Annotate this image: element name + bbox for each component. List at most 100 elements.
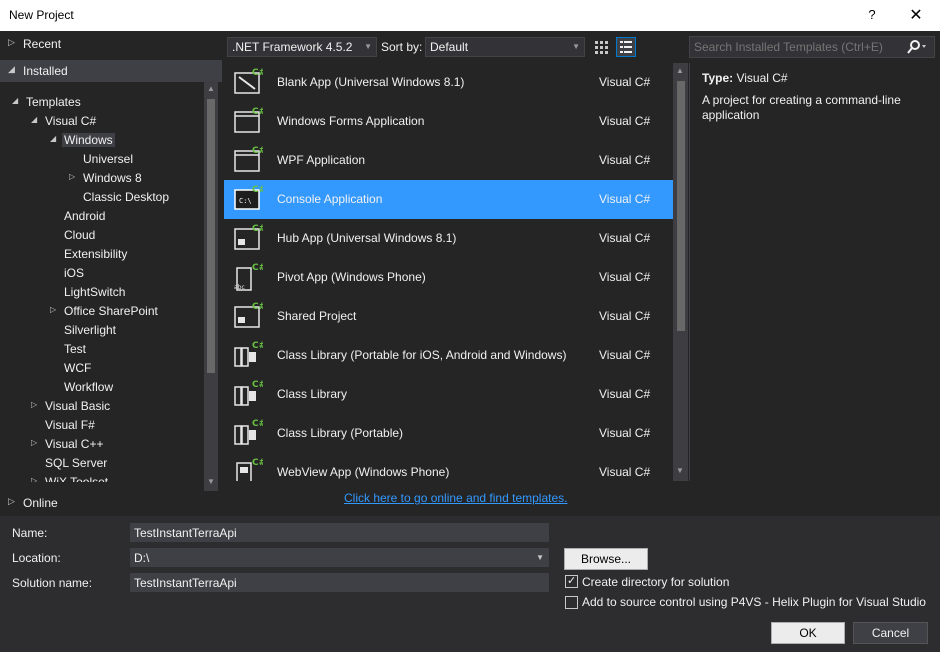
- tree-item[interactable]: ▷ Visual C++: [0, 435, 204, 454]
- online-templates-link[interactable]: Click here to go online and find templat…: [344, 491, 567, 505]
- framework-dropdown[interactable]: .NET Framework 4.5.2 ▼: [227, 37, 377, 57]
- svg-text:C#: C#: [252, 68, 263, 78]
- browse-button[interactable]: Browse...: [564, 548, 648, 570]
- scrollbar-thumb[interactable]: [677, 81, 685, 331]
- tree-item[interactable]: Visual F#: [0, 416, 204, 435]
- svg-text:C#: C#: [252, 224, 263, 234]
- search-icon[interactable]: [906, 39, 928, 58]
- tree-item[interactable]: SQL Server: [0, 454, 204, 473]
- tree-item-label: Silverlight: [64, 323, 117, 337]
- search-box[interactable]: [689, 36, 935, 58]
- template-language: Visual C#: [599, 231, 651, 245]
- small-icons-view-button[interactable]: [591, 37, 611, 57]
- help-button[interactable]: ?: [866, 7, 878, 22]
- installed-section[interactable]: ◢ Installed: [0, 60, 222, 82]
- tree-arrow-icon[interactable]: ▷: [31, 400, 37, 409]
- tree-arrow-icon[interactable]: ▷: [50, 305, 56, 314]
- template-language: Visual C#: [599, 348, 651, 362]
- template-row[interactable]: C# Shared Project Visual C#: [224, 297, 673, 336]
- create-directory-checkbox[interactable]: ✓: [565, 575, 578, 588]
- location-input[interactable]: [131, 549, 548, 566]
- name-field[interactable]: [130, 523, 549, 542]
- scroll-up-icon[interactable]: ▲: [207, 84, 215, 93]
- ok-button[interactable]: OK: [771, 622, 845, 644]
- list-view-icon: [620, 41, 632, 53]
- template-row[interactable]: C# Class Library (Portable) Visual C#: [224, 414, 673, 453]
- search-input[interactable]: [690, 37, 900, 57]
- list-view-button[interactable]: [616, 37, 636, 57]
- framework-value: .NET Framework 4.5.2: [232, 40, 353, 54]
- cancel-button[interactable]: Cancel: [853, 622, 928, 644]
- template-row[interactable]: C# Hub App (Universal Windows 8.1) Visual …: [224, 219, 673, 258]
- template-row[interactable]: C# WPF Application Visual C#: [224, 141, 673, 180]
- tree-item[interactable]: ▷ Visual Basic: [0, 397, 204, 416]
- scroll-up-icon[interactable]: ▲: [676, 66, 684, 75]
- tree-item[interactable]: Android: [0, 207, 204, 226]
- tree-item-label: Cloud: [64, 228, 96, 242]
- tree-item[interactable]: Cloud: [0, 226, 204, 245]
- tree-item[interactable]: Test: [0, 340, 204, 359]
- create-directory-label[interactable]: Create directory for solution: [582, 575, 729, 589]
- source-control-checkbox[interactable]: [565, 596, 578, 609]
- template-row[interactable]: C# Class Library (Portable for iOS, Andro…: [224, 336, 673, 375]
- tree-item[interactable]: ◢ Templates: [0, 93, 204, 112]
- tree-scrollbar[interactable]: ▲ ▼: [204, 81, 218, 491]
- tree-item[interactable]: ▷ WiX Toolset: [0, 473, 204, 482]
- template-row[interactable]: C# Class Library Visual C#: [224, 375, 673, 414]
- tree-arrow-icon[interactable]: ◢: [31, 115, 37, 124]
- tree-item[interactable]: Silverlight: [0, 321, 204, 340]
- scroll-down-icon[interactable]: ▼: [207, 477, 215, 486]
- template-list: C# Blank App (Universal Windows 8.1) Visua…: [224, 63, 673, 481]
- template-row[interactable]: C# WebView App (Windows Phone) Visual C#: [224, 453, 673, 481]
- tree-item-label: WiX Toolset: [45, 475, 109, 482]
- template-language: Visual C#: [599, 270, 651, 284]
- shared-project-icon: C#: [233, 301, 266, 331]
- tree-arrow-icon[interactable]: ▷: [31, 438, 37, 447]
- tree-item-label: Test: [64, 342, 87, 356]
- template-language: Visual C#: [599, 75, 651, 89]
- sort-dropdown[interactable]: Default ▼: [425, 37, 585, 57]
- tree-arrow-icon[interactable]: ▷: [69, 172, 75, 181]
- tree-arrow-icon[interactable]: ▷: [31, 476, 37, 482]
- template-list-scrollbar[interactable]: ▲ ▼: [673, 63, 688, 481]
- svg-text:C#: C#: [252, 302, 263, 312]
- tree-arrow-icon[interactable]: ◢: [50, 134, 56, 143]
- solution-name-input[interactable]: [131, 574, 548, 591]
- tree-item[interactable]: ◢ Windows: [0, 131, 204, 150]
- close-button[interactable]: ✕: [908, 5, 924, 25]
- template-language: Visual C#: [599, 192, 651, 206]
- location-field[interactable]: ▼: [130, 548, 549, 567]
- source-control-label[interactable]: Add to source control using P4VS - Helix…: [582, 595, 926, 609]
- expand-arrow-icon: ▷: [8, 496, 15, 506]
- solution-name-label: Solution name:: [12, 576, 93, 590]
- tree-item-label: Classic Desktop: [83, 190, 170, 204]
- tree-item[interactable]: LightSwitch: [0, 283, 204, 302]
- template-row[interactable]: C# Blank App (Universal Windows 8.1) Visua…: [224, 63, 673, 102]
- tree-item[interactable]: Extensibility: [0, 245, 204, 264]
- name-label: Name:: [12, 526, 48, 540]
- name-input[interactable]: [131, 524, 548, 541]
- scroll-down-icon[interactable]: ▼: [676, 466, 684, 475]
- template-language: Visual C#: [599, 153, 651, 167]
- chevron-down-icon[interactable]: ▼: [536, 553, 544, 562]
- recent-section[interactable]: ▷ Recent: [0, 33, 222, 55]
- solution-name-field[interactable]: [130, 573, 549, 592]
- tree-item[interactable]: Workflow: [0, 378, 204, 397]
- online-section[interactable]: ▷ Online: [0, 492, 222, 514]
- template-row[interactable]: C:\C# Console Application Visual C#: [224, 180, 673, 219]
- tree-item[interactable]: Classic Desktop: [0, 188, 204, 207]
- tree-item[interactable]: WCF: [0, 359, 204, 378]
- tree-item[interactable]: ◢ Visual C#: [0, 112, 204, 131]
- svg-text:C#: C#: [252, 185, 263, 195]
- tree-item[interactable]: ▷ Office SharePoint: [0, 302, 204, 321]
- template-row[interactable]: C# Windows Forms Application Visual C#: [224, 102, 673, 141]
- tree-item[interactable]: iOS: [0, 264, 204, 283]
- tree-item[interactable]: Universel: [0, 150, 204, 169]
- scrollbar-thumb[interactable]: [207, 99, 215, 373]
- tree-item[interactable]: ▷ Windows 8: [0, 169, 204, 188]
- template-row[interactable]: abc C# Pivot App (Windows Phone) Visual C#: [224, 258, 673, 297]
- template-name: WebView App (Windows Phone): [277, 465, 450, 479]
- checkmark-icon: ✓: [567, 575, 577, 587]
- tree-item-label: iOS: [64, 266, 85, 280]
- tree-arrow-icon[interactable]: ◢: [12, 96, 18, 105]
